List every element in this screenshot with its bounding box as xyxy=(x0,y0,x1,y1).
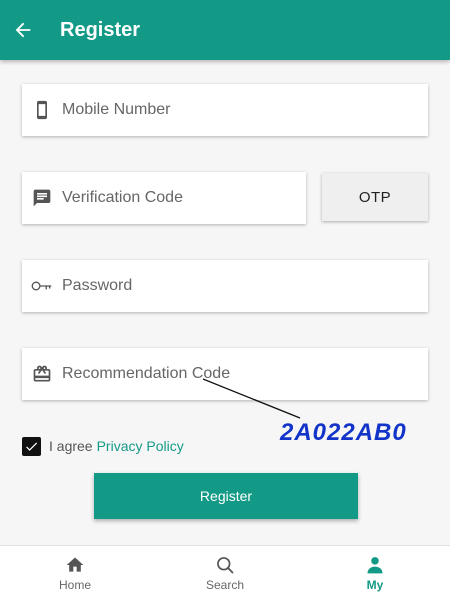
nav-label-my: My xyxy=(366,577,384,592)
nav-label-home: Home xyxy=(58,577,91,592)
recommendation-code-annotation: 2A022AB0 xyxy=(280,419,407,446)
nav-item-home[interactable]: Home xyxy=(0,546,150,600)
recommendation-code-input[interactable] xyxy=(62,354,428,394)
password-field[interactable] xyxy=(22,260,428,312)
page-title: Register xyxy=(60,18,141,41)
privacy-policy-link[interactable]: Privacy Policy xyxy=(97,438,184,454)
mobile-number-field[interactable] xyxy=(22,84,428,136)
home-icon xyxy=(66,557,84,572)
check-icon xyxy=(26,442,38,451)
app-bar: Register xyxy=(0,0,450,60)
person-icon xyxy=(367,556,383,573)
key-icon xyxy=(31,281,52,291)
mobile-number-input[interactable] xyxy=(62,90,428,130)
register-button[interactable]: Register xyxy=(94,473,358,519)
otp-button[interactable]: OTP xyxy=(322,173,428,221)
verification-code-input[interactable] xyxy=(62,178,306,218)
bottom-navigation: Home Search My xyxy=(0,545,450,600)
phone-icon xyxy=(37,100,47,120)
agree-label: I agree xyxy=(49,438,93,454)
verification-code-field[interactable] xyxy=(22,172,306,224)
nav-item-search[interactable]: Search xyxy=(150,546,300,600)
arrow-left-icon xyxy=(15,22,31,38)
agree-checkbox[interactable] xyxy=(22,436,41,456)
back-button[interactable] xyxy=(0,0,46,60)
password-input[interactable] xyxy=(62,266,428,306)
recommendation-code-field[interactable] xyxy=(22,348,428,400)
nav-label-search: Search xyxy=(205,577,245,592)
search-icon xyxy=(217,556,234,573)
gift-icon xyxy=(33,365,51,382)
agree-row: I agree Privacy Policy xyxy=(22,434,184,458)
nav-item-my[interactable]: My xyxy=(300,546,450,600)
message-icon xyxy=(33,189,51,207)
